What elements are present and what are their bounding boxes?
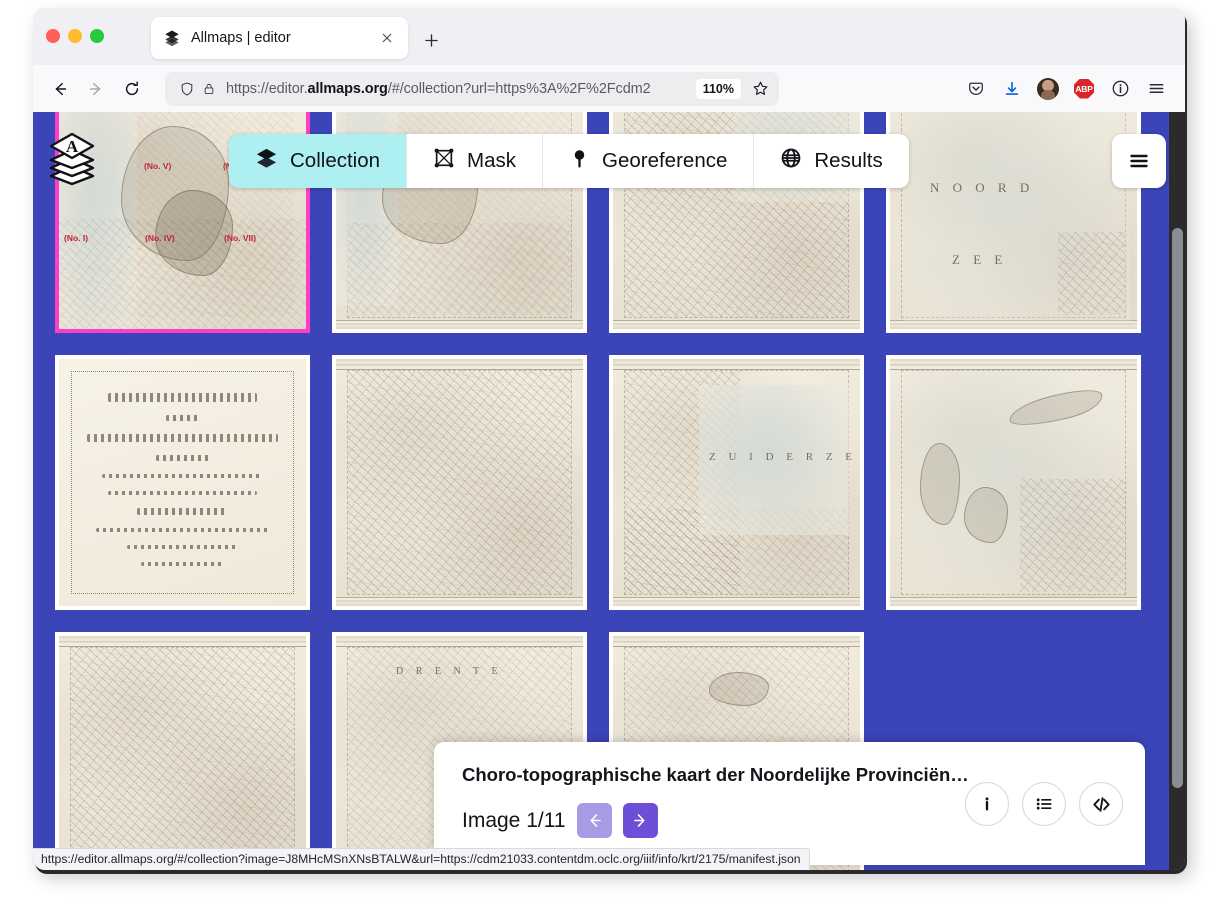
star-icon[interactable] xyxy=(747,76,773,102)
adblock-plus-icon[interactable]: ABP xyxy=(1067,72,1101,106)
image-info-card: Choro-topographische kaart der Noordelij… xyxy=(434,742,1145,865)
account-avatar-icon[interactable] xyxy=(1031,72,1065,106)
thumbnail-item[interactable] xyxy=(55,355,310,610)
close-icon[interactable] xyxy=(376,27,398,49)
allmaps-logo-icon[interactable]: A xyxy=(47,132,97,186)
mask-icon xyxy=(433,147,455,175)
hamburger-menu-icon[interactable] xyxy=(1112,134,1166,188)
sheet-label: (No. I) xyxy=(64,233,89,243)
app-nav-tabs: Collection Mask Georeference Results xyxy=(229,134,909,188)
next-image-button[interactable] xyxy=(622,803,658,838)
map-label: N O O R D xyxy=(930,180,1035,195)
url-host: allmaps.org xyxy=(307,80,388,97)
svg-text:A: A xyxy=(66,137,79,156)
map-pin-icon xyxy=(569,148,590,175)
globe-icon xyxy=(780,147,802,175)
sheet-label: (No. IV) xyxy=(145,233,175,243)
thumbnail-item[interactable] xyxy=(332,355,587,610)
info-circle-icon[interactable] xyxy=(1103,72,1137,106)
window-traffic-lights xyxy=(46,29,104,43)
page-viewport: No. III) [Titelblad] No. VI (No. IX) No.… xyxy=(33,112,1185,870)
url-text[interactable]: https://editor.allmaps.org/#/collection?… xyxy=(226,81,692,97)
previous-image-button[interactable] xyxy=(576,803,612,838)
layers-icon xyxy=(255,147,278,176)
lock-icon[interactable] xyxy=(198,78,220,100)
url-suffix: /#/collection?url=https%3A%2F%2Fcdm2 xyxy=(387,80,651,97)
thumbnail-item[interactable]: Z U I D E R Z E E xyxy=(609,355,864,610)
image-counter: Image 1/11 xyxy=(462,808,566,832)
browser-window: Allmaps | editor https://editor.allmaps.… xyxy=(33,8,1185,870)
sheet-label: (No. V) xyxy=(144,161,172,171)
zoom-level-badge[interactable]: 110% xyxy=(695,78,741,99)
app-menu-icon[interactable] xyxy=(1139,72,1173,106)
forward-button[interactable] xyxy=(79,72,113,106)
tab-collection-label: Collection xyxy=(290,149,381,172)
map-label: Z U I D E R Z E E xyxy=(709,451,864,463)
back-button[interactable] xyxy=(43,72,77,106)
close-window-button[interactable] xyxy=(46,29,60,43)
new-tab-button[interactable] xyxy=(418,27,444,53)
tab-mask-label: Mask xyxy=(467,149,517,172)
image-title: Choro-topographische kaart der Noordelij… xyxy=(462,764,969,785)
url-prefix: https://editor. xyxy=(226,80,308,97)
tab-georeference-label: Georeference xyxy=(602,149,728,172)
code-button[interactable] xyxy=(1079,782,1123,826)
list-button[interactable] xyxy=(1022,782,1066,826)
map-label: D R E N T E xyxy=(396,666,503,677)
browser-toolbar-icons: ABP xyxy=(959,72,1175,106)
maximize-window-button[interactable] xyxy=(90,29,104,43)
status-bar-link: https://editor.allmaps.org/#/collection?… xyxy=(33,848,810,870)
thumbnail-item[interactable] xyxy=(886,355,1141,610)
reload-button[interactable] xyxy=(115,72,149,106)
tab-mask[interactable]: Mask xyxy=(407,134,544,188)
tab-results[interactable]: Results xyxy=(754,134,909,188)
tab-collection[interactable]: Collection xyxy=(229,134,408,188)
navigation-toolbar: https://editor.allmaps.org/#/collection?… xyxy=(33,65,1185,112)
avatar xyxy=(1037,77,1059,100)
page-scrollbar-track[interactable] xyxy=(1169,112,1185,870)
thumbnail-item[interactable] xyxy=(55,632,310,870)
page-scrollbar-thumb[interactable] xyxy=(1172,228,1183,788)
browser-tab[interactable]: Allmaps | editor xyxy=(151,17,408,59)
thumbnail-item[interactable]: N O O R D Z E E xyxy=(886,112,1141,333)
tab-title: Allmaps | editor xyxy=(191,30,291,46)
map-label: Z E E xyxy=(952,252,1008,267)
pocket-icon[interactable] xyxy=(959,72,993,106)
tab-georeference[interactable]: Georeference xyxy=(543,134,755,188)
sheet-label: (No. VII) xyxy=(224,233,257,243)
card-action-buttons xyxy=(965,782,1123,826)
tab-strip: Allmaps | editor xyxy=(33,8,1185,65)
title-page-text xyxy=(79,393,286,579)
tab-results-label: Results xyxy=(814,149,883,172)
abp-badge-label: ABP xyxy=(1074,78,1094,99)
shield-icon[interactable] xyxy=(176,78,198,100)
downloads-icon[interactable] xyxy=(995,72,1029,106)
minimize-window-button[interactable] xyxy=(68,29,82,43)
address-bar[interactable]: https://editor.allmaps.org/#/collection?… xyxy=(165,71,779,106)
info-button[interactable] xyxy=(965,782,1009,826)
allmaps-stack-icon xyxy=(163,29,181,47)
